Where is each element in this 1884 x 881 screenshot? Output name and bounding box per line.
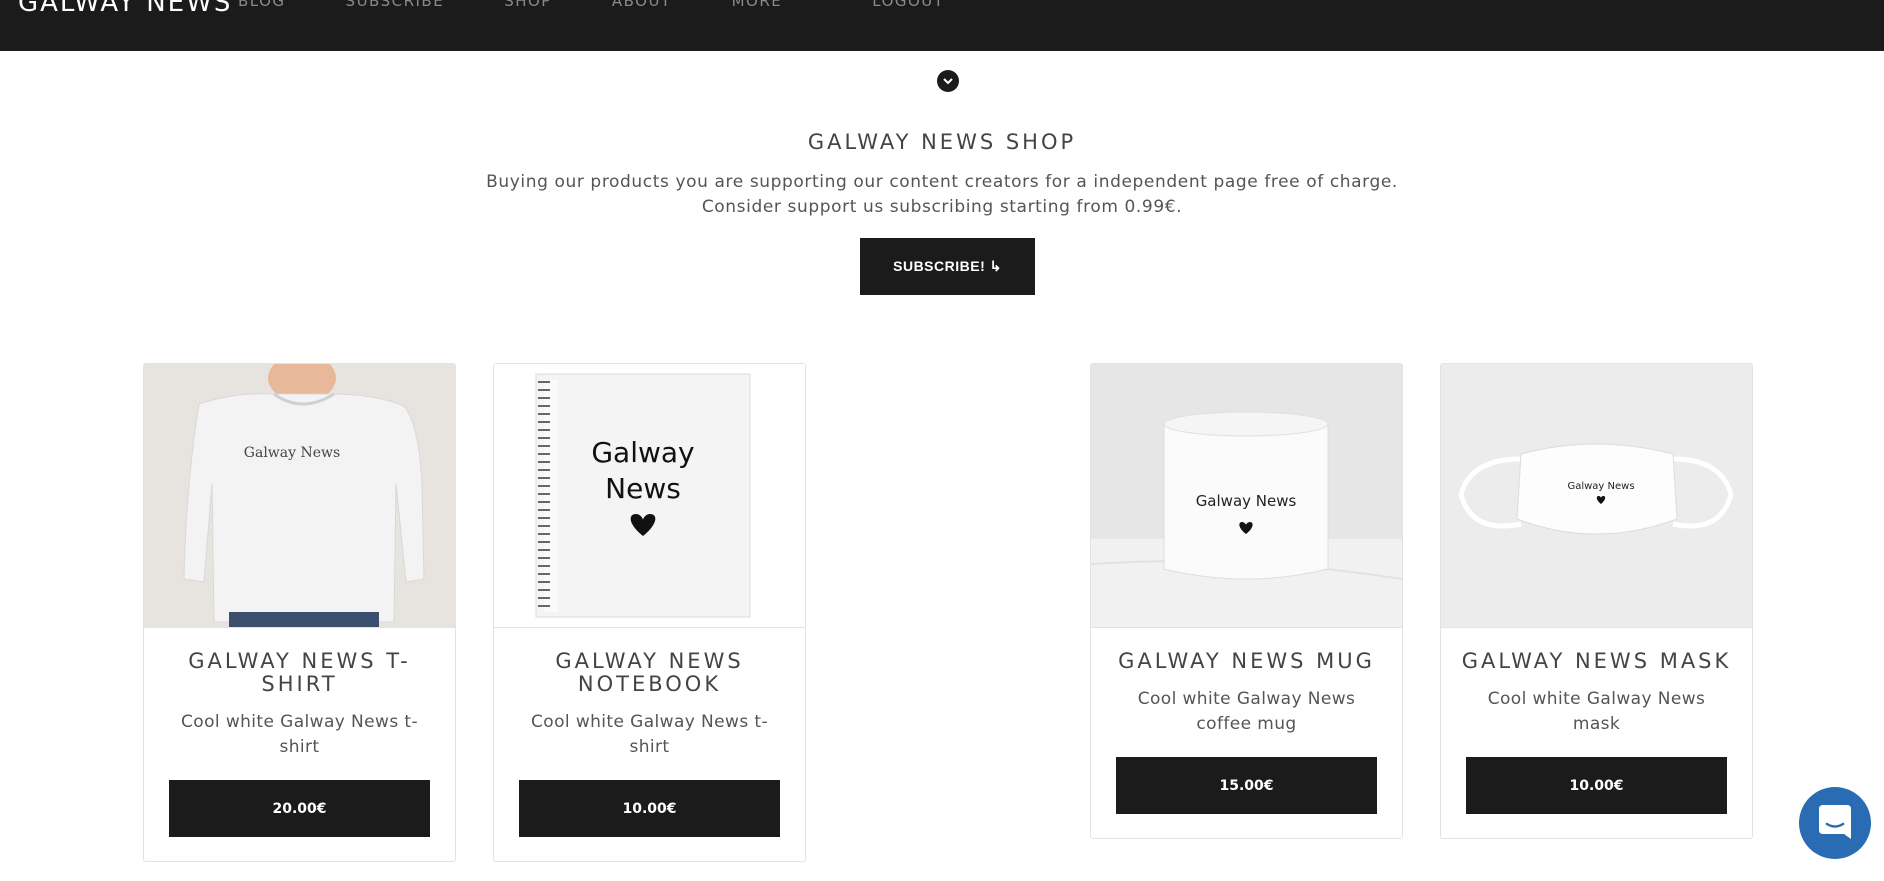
product-image-mug[interactable]: Galway News: [1091, 364, 1402, 628]
main-nav: BLOG SUBSCRIBE SHOP ABOUT MORE LOGOUT: [238, 0, 1004, 10]
chevron-down-icon: [943, 78, 953, 85]
product-card-mask: Galway News GALWAY NEWS MASK Cool white …: [1440, 363, 1753, 839]
product-card-mug: Galway News GALWAY NEWS MUG Cool white G…: [1090, 363, 1403, 839]
notebook-image: Galway News: [535, 373, 751, 618]
shop-desc-line2: Consider support us subscribing starting…: [701, 197, 1183, 217]
nav-logout[interactable]: LOGOUT: [872, 0, 944, 10]
product-desc: Cool white Galway News mask: [1487, 689, 1706, 734]
svg-text:Galway: Galway: [591, 436, 694, 469]
mask-image: Galway News: [1441, 364, 1752, 627]
svg-text:Galway News: Galway News: [244, 445, 340, 461]
product-image-tshirt[interactable]: Galway News: [144, 364, 455, 628]
svg-text:Galway News: Galway News: [1196, 492, 1297, 510]
nav-shop[interactable]: SHOP: [504, 0, 552, 10]
svg-text:Galway News: Galway News: [1567, 481, 1634, 492]
product-name: GALWAY NEWS MUG: [1118, 649, 1375, 673]
nav-subscribe[interactable]: SUBSCRIBE: [346, 0, 445, 10]
price-button[interactable]: 15.00€: [1116, 757, 1377, 814]
nav-more[interactable]: MORE: [732, 0, 783, 10]
subscribe-button[interactable]: SUBSCRIBE! ↳: [860, 238, 1035, 295]
price-button[interactable]: 10.00€: [1466, 757, 1727, 814]
product-image-mask[interactable]: Galway News: [1441, 364, 1752, 628]
top-navbar: GALWAY NEWS BLOG SUBSCRIBE SHOP ABOUT MO…: [0, 0, 1884, 51]
tshirt-image: Galway News: [144, 364, 455, 627]
mug-image: Galway News: [1091, 364, 1402, 627]
product-card-tshirt: Galway News GALWAY NEWS T-SHIRT Cool whi…: [143, 363, 456, 862]
shop-description: Buying our products you are supporting o…: [0, 170, 1884, 220]
product-desc: Cool white Galway News t-shirt: [531, 712, 768, 757]
shop-title: GALWAY NEWS SHOP: [807, 130, 1077, 154]
product-card-notebook: Galway News GALWAY NEWS NOTEBOOK Cool wh…: [493, 363, 806, 862]
product-desc: Cool white Galway News coffee mug: [1137, 689, 1356, 734]
shop-desc-line1: Buying our products you are supporting o…: [486, 172, 1398, 192]
scroll-down-button[interactable]: [937, 70, 959, 92]
price-button[interactable]: 10.00€: [519, 780, 780, 837]
product-name: GALWAY NEWS NOTEBOOK: [555, 649, 744, 696]
brand-logo[interactable]: GALWAY NEWS: [18, 0, 232, 18]
chat-icon: [1819, 805, 1851, 839]
product-desc: Cool white Galway News t-shirt: [181, 712, 418, 757]
product-name: GALWAY NEWS MASK: [1461, 649, 1732, 673]
svg-text:News: News: [605, 472, 681, 505]
product-image-notebook[interactable]: Galway News: [494, 364, 805, 628]
chat-launcher-button[interactable]: [1799, 787, 1871, 859]
nav-about[interactable]: ABOUT: [612, 0, 672, 10]
price-button[interactable]: 20.00€: [169, 780, 430, 837]
nav-blog[interactable]: BLOG: [238, 0, 286, 10]
product-name: GALWAY NEWS T-SHIRT: [188, 649, 411, 696]
